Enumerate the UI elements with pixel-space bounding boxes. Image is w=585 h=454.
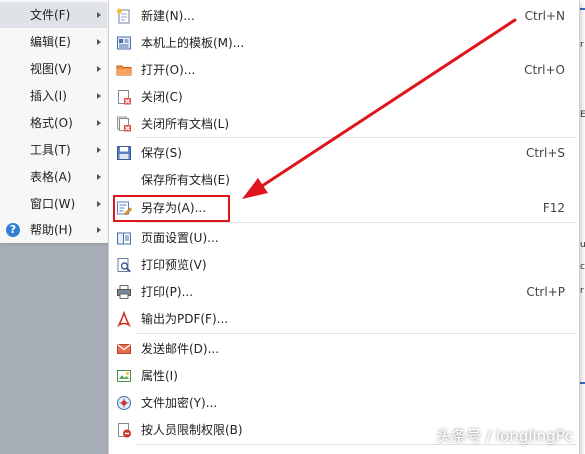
menu-item-view[interactable]: 视图(V) — [0, 56, 107, 82]
shortcut-label: Ctrl+N — [524, 9, 565, 23]
menu-item-label: 关闭所有文档(L) — [141, 117, 230, 131]
close-document-icon — [118, 90, 131, 105]
menu-item-label: 帮助(H) — [30, 223, 73, 237]
menu-item-print[interactable]: 打印(P)... Ctrl+P — [109, 279, 579, 305]
menu-item-label: 视图(V) — [30, 62, 72, 76]
menu-item-help[interactable]: ? 帮助(H) — [0, 217, 107, 243]
watermark: 头条号 / longlingPc — [436, 427, 573, 445]
menu-item-format[interactable]: 格式(O) — [0, 110, 107, 136]
chevron-right-icon — [97, 201, 101, 207]
menu-item-label: 发送邮件(D)... — [141, 342, 220, 356]
document-text-fragment: c — [580, 262, 585, 272]
menu-item-encrypt[interactable]: 文件加密(Y)... — [109, 390, 579, 416]
menu-item-label: 输出为PDF(F)... — [141, 312, 229, 326]
menu-item-page-setup[interactable]: 页面设置(U)... — [109, 225, 579, 251]
menu-item-edit[interactable]: 编辑(E) — [0, 29, 107, 55]
annotation-highlight-box — [113, 195, 230, 222]
document-text-fragment: u — [580, 240, 585, 250]
menu-item-label: 关闭(C) — [141, 90, 183, 104]
menu-item-label: 本机上的模板(M)... — [141, 36, 245, 50]
file-submenu: 新建(N)... Ctrl+N 本机上的模板(M)... 打开(O)... Ct… — [108, 0, 580, 454]
printer-icon — [117, 285, 131, 299]
menu-item-label: 窗口(W) — [30, 197, 76, 211]
menu-item-insert[interactable]: 插入(I) — [0, 83, 107, 109]
menu-item-close-all[interactable]: 关闭所有文档(L) — [109, 111, 579, 137]
menu-item-export-pdf[interactable]: 输出为PDF(F)... — [109, 306, 579, 332]
menu-item-save[interactable]: 保存(S) Ctrl+S — [109, 140, 579, 166]
menu-item-label: 格式(O) — [30, 116, 73, 130]
menu-item-close[interactable]: 关闭(C) — [109, 84, 579, 110]
document-text-fragment: r — [580, 40, 584, 50]
shortcut-label: Ctrl+S — [525, 146, 565, 160]
chevron-right-icon — [97, 174, 101, 180]
shortcut-label: F12 — [542, 201, 565, 215]
menu-item-save-all[interactable]: 保存所有文档(E) — [109, 167, 579, 193]
menu-item-label: 属性(I) — [141, 369, 178, 383]
save-icon — [117, 146, 131, 160]
chevron-right-icon — [97, 93, 101, 99]
menu-item-send-mail[interactable]: 发送邮件(D)... — [109, 336, 579, 362]
new-document-icon — [117, 8, 130, 24]
menu-separator — [137, 137, 577, 138]
menu-item-local-templates[interactable]: 本机上的模板(M)... — [109, 30, 579, 56]
menu-item-label: 打开(O)... — [141, 63, 196, 77]
open-folder-icon — [116, 65, 132, 76]
menu-item-label: 保存(S) — [141, 146, 182, 160]
chevron-right-icon — [97, 39, 101, 45]
menu-item-file[interactable]: 文件(F) — [0, 2, 107, 28]
document-text-fragment: r — [580, 286, 584, 296]
chevron-right-icon — [97, 147, 101, 153]
chevron-right-icon — [97, 227, 101, 233]
template-icon — [117, 36, 131, 50]
properties-icon — [117, 370, 131, 382]
menu-item-table[interactable]: 表格(A) — [0, 164, 107, 190]
main-menu: 文件(F) 编辑(E) 视图(V) 插入(I) 格式(O) 工具(T) 表格(A… — [0, 0, 109, 243]
menu-item-label: 保存所有文档(E) — [141, 173, 230, 187]
close-all-icon — [117, 116, 131, 132]
pdf-icon — [117, 311, 131, 327]
menu-item-label: 打印(P)... — [141, 285, 194, 299]
document-text-fragment: E — [580, 110, 585, 120]
menu-item-label: 打印预览(V) — [141, 258, 207, 272]
menu-item-new[interactable]: 新建(N)... Ctrl+N — [109, 3, 579, 29]
menu-item-label: 插入(I) — [30, 89, 67, 103]
menu-item-label: 表格(A) — [30, 170, 72, 184]
menu-item-properties[interactable]: 属性(I) — [109, 363, 579, 389]
shortcut-label: Ctrl+P — [526, 285, 565, 299]
chevron-right-icon — [97, 12, 101, 18]
menu-item-label: 页面设置(U)... — [141, 231, 219, 245]
menu-item-window[interactable]: 窗口(W) — [0, 191, 107, 217]
menu-separator — [137, 333, 577, 334]
mail-icon — [117, 344, 131, 354]
encrypt-icon — [117, 396, 131, 410]
menu-item-open[interactable]: 打开(O)... Ctrl+O — [109, 57, 579, 83]
shortcut-label: Ctrl+O — [524, 63, 565, 77]
chevron-right-icon — [97, 120, 101, 126]
menu-item-label: 文件加密(Y)... — [141, 396, 218, 410]
page-setup-icon — [117, 232, 131, 245]
chevron-right-icon — [97, 66, 101, 72]
menu-item-label: 工具(T) — [30, 143, 71, 157]
menu-item-label: 新建(N)... — [141, 9, 195, 23]
print-preview-icon — [117, 258, 131, 273]
menu-item-label: 文件(F) — [30, 8, 71, 22]
menu-item-print-preview[interactable]: 打印预览(V) — [109, 252, 579, 278]
menu-item-label: 按人员限制权限(B) — [141, 423, 243, 437]
menu-separator — [137, 222, 577, 223]
menu-item-label: 编辑(E) — [30, 35, 71, 49]
help-icon: ? — [6, 223, 20, 237]
permission-icon — [118, 423, 131, 438]
menu-item-tools[interactable]: 工具(T) — [0, 137, 107, 163]
